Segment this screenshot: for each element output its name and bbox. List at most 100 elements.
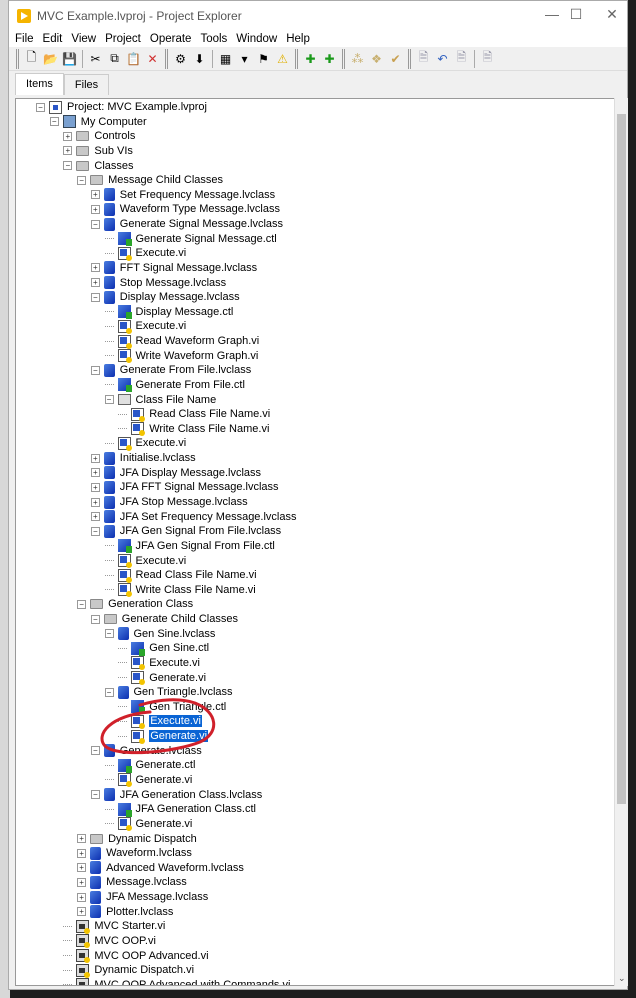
expand-icon[interactable]: + <box>77 848 87 858</box>
tree-item[interactable]: Execute.vi <box>104 319 186 334</box>
tree-item[interactable]: Dynamic Dispatch.vi <box>63 963 194 978</box>
tree-item[interactable]: + Stop Message.lvclass <box>90 276 226 290</box>
tree-item[interactable]: + JFA Set Frequency Message.lvclass <box>90 510 296 524</box>
tree-item[interactable]: Execute.vi <box>104 436 186 451</box>
tree-item[interactable]: + Controls <box>63 129 135 143</box>
menu-project[interactable]: Project <box>105 33 141 45</box>
tree-item[interactable]: + JFA FFT Signal Message.lvclass <box>90 480 279 494</box>
tree-item[interactable]: − Generate Signal Message.lvclass <box>90 217 283 231</box>
tree-item[interactable]: − JFA Gen Signal From File.lvclass <box>90 524 281 538</box>
tree-item[interactable]: − Class File Name <box>104 393 216 407</box>
menu-tools[interactable]: Tools <box>200 33 227 45</box>
build-icon[interactable]: ⚙ <box>172 50 189 67</box>
collapse-icon[interactable]: − <box>77 599 87 609</box>
dropdown-icon[interactable]: ▾ <box>236 50 253 67</box>
scroll-down-icon[interactable]: ⌄ <box>618 973 626 984</box>
tree-item[interactable]: + JFA Display Message.lvclass <box>90 466 261 480</box>
tree-item[interactable]: Read Waveform Graph.vi <box>104 334 259 349</box>
tree-item[interactable]: + Message.lvclass <box>77 875 187 889</box>
expand-icon[interactable]: + <box>90 482 100 492</box>
tree-item[interactable]: + Waveform.lvclass <box>77 846 192 860</box>
tree-item[interactable]: Generate From File.ctl <box>104 378 245 393</box>
source-control-1-icon[interactable]: ⁂ <box>349 50 366 67</box>
checkin-icon[interactable]: 🗎 <box>453 50 470 67</box>
resolve-icon[interactable]: ⚑ <box>255 50 272 67</box>
menu-help[interactable]: Help <box>286 33 310 45</box>
tree-item[interactable]: Read Class File Name.vi <box>118 407 270 422</box>
expand-icon[interactable]: + <box>90 204 100 214</box>
tree-item[interactable]: MVC OOP Advanced with Commands.vi <box>63 978 290 985</box>
tree-item[interactable]: Generate.ctl <box>104 758 195 773</box>
tree-item[interactable]: Execute.vi <box>104 246 186 261</box>
expand-icon[interactable]: + <box>63 146 73 156</box>
tree-item[interactable]: Write Waveform Graph.vi <box>104 349 258 364</box>
tab-files[interactable]: Files <box>63 74 110 95</box>
tree-item[interactable]: Execute.vi <box>118 714 202 729</box>
collapse-icon[interactable]: − <box>77 175 87 185</box>
cut-icon[interactable]: ✂ <box>87 50 104 67</box>
menu-view[interactable]: View <box>71 33 96 45</box>
tree-item[interactable]: + JFA Message.lvclass <box>77 890 208 904</box>
collapse-icon[interactable]: − <box>90 614 100 624</box>
deploy-icon[interactable]: ⬇ <box>191 50 208 67</box>
collapse-icon[interactable]: − <box>49 117 59 127</box>
scrollbar-thumb[interactable] <box>617 114 626 804</box>
save-all-icon[interactable]: 💾 <box>61 50 78 67</box>
expand-icon[interactable]: + <box>90 263 100 273</box>
source-control-3-icon[interactable]: ✔ <box>387 50 404 67</box>
tree-item[interactable]: Gen Sine.ctl <box>118 641 209 656</box>
tree-item[interactable]: Generate.vi <box>104 817 192 832</box>
tree-item[interactable]: Gen Triangle.ctl <box>118 700 226 715</box>
tree-item[interactable]: Read Class File Name.vi <box>104 568 257 583</box>
undo-checkout-icon[interactable]: ↶ <box>434 50 451 67</box>
tree-item[interactable]: − Project: MVC Example.lvproj <box>36 100 207 114</box>
tree-item[interactable]: − Generate Child Classes <box>90 612 238 626</box>
expand-icon[interactable]: + <box>90 512 100 522</box>
tree-item[interactable]: Generate.vi <box>118 671 206 686</box>
expand-icon[interactable]: + <box>90 497 100 507</box>
collapse-icon[interactable]: − <box>90 219 100 229</box>
expand-icon[interactable]: + <box>77 863 87 873</box>
tree-item[interactable]: Write Class File Name.vi <box>104 583 256 598</box>
tree-item[interactable]: Execute.vi <box>104 554 186 569</box>
new-icon[interactable]: 🗋 <box>23 50 40 67</box>
expand-icon[interactable]: + <box>77 877 87 887</box>
menu-file[interactable]: File <box>15 33 34 45</box>
add-icon[interactable]: ✚ <box>302 50 319 67</box>
tree-item[interactable]: Generate.vi <box>104 773 192 788</box>
tree-item[interactable]: MVC OOP.vi <box>63 934 156 949</box>
collapse-icon[interactable]: − <box>36 102 45 112</box>
open-icon[interactable]: 📂 <box>42 50 59 67</box>
tree-item[interactable]: − Generation Class <box>77 597 193 611</box>
copy-icon[interactable]: ⧉ <box>106 50 123 67</box>
tree-item[interactable]: + Waveform Type Message.lvclass <box>90 202 280 216</box>
tree-item[interactable]: − My Computer <box>49 115 147 129</box>
collapse-icon[interactable]: − <box>104 629 114 639</box>
window-icon[interactable]: ▦ <box>217 50 234 67</box>
tree-item[interactable]: + Dynamic Dispatch <box>77 832 197 846</box>
expand-icon[interactable]: + <box>77 892 87 902</box>
tree-item[interactable]: MVC Starter.vi <box>63 919 165 934</box>
checkout-icon[interactable]: 🗎 <box>415 50 432 67</box>
warning-icon[interactable]: ⚠ <box>274 50 291 67</box>
menu-edit[interactable]: Edit <box>43 33 63 45</box>
collapse-icon[interactable]: − <box>104 687 114 697</box>
collapse-icon[interactable]: − <box>63 161 73 171</box>
collapse-icon[interactable]: − <box>104 395 114 405</box>
tree-item[interactable]: − Generate From File.lvclass <box>90 363 251 377</box>
delete-icon[interactable]: ✕ <box>144 50 161 67</box>
expand-icon[interactable]: + <box>77 907 87 917</box>
tree-item[interactable]: Generate.vi <box>118 729 209 744</box>
tree-item[interactable]: − Display Message.lvclass <box>90 290 240 304</box>
paste-icon[interactable]: 📋 <box>125 50 142 67</box>
tree-item[interactable]: Execute.vi <box>118 656 200 671</box>
add-folder-icon[interactable]: ✚ <box>321 50 338 67</box>
menu-operate[interactable]: Operate <box>150 33 192 45</box>
expand-icon[interactable]: + <box>90 468 100 478</box>
tree-item[interactable]: − Generate.lvclass <box>90 744 202 758</box>
expand-icon[interactable]: + <box>90 453 100 463</box>
tree-item[interactable]: Generate Signal Message.ctl <box>104 232 277 247</box>
tree-item[interactable]: + Sub VIs <box>63 144 133 158</box>
tree-item[interactable]: Display Message.ctl <box>104 305 233 320</box>
expand-icon[interactable]: + <box>77 834 87 843</box>
